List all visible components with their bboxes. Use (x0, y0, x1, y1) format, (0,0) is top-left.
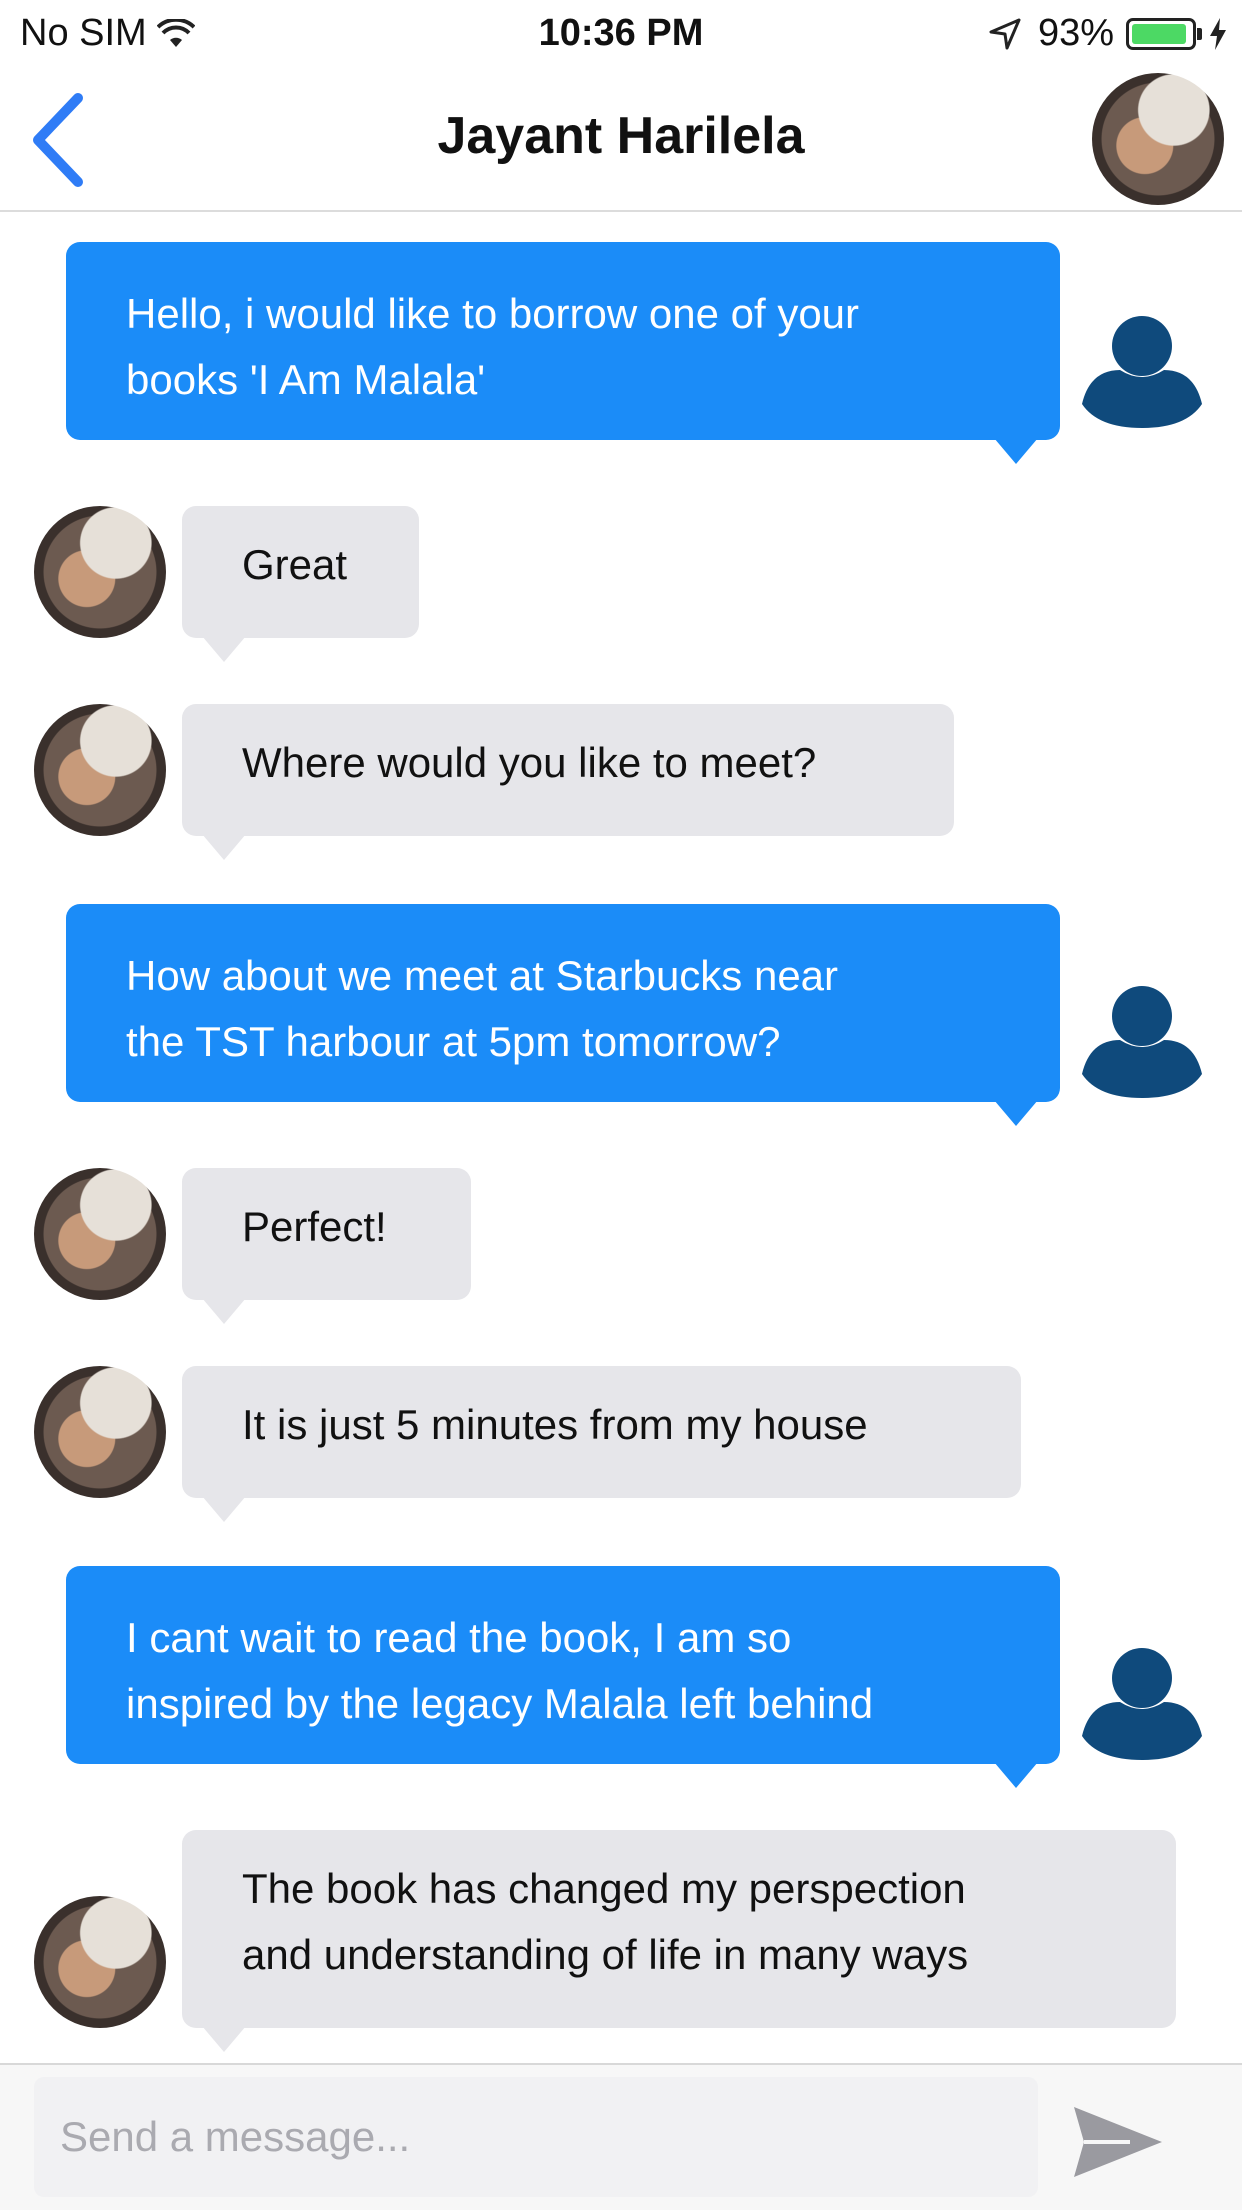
user-avatar[interactable] (1076, 1632, 1208, 1764)
bubble-tail (994, 1100, 1038, 1126)
user-avatar[interactable] (1076, 970, 1208, 1102)
message-text-line: Great (242, 541, 348, 588)
message-text-line: The book has changed my perspection (242, 1865, 966, 1912)
message-text-line: How about we meet at Starbucks near (126, 952, 839, 999)
message-input[interactable] (34, 2077, 1038, 2197)
charging-bolt-icon (1210, 17, 1226, 50)
battery-icon (1126, 17, 1202, 50)
message-text-line: inspired by the legacy Malala left behin… (126, 1680, 874, 1727)
user-icon (1076, 1632, 1208, 1764)
message-text-line: and understanding of life in many ways (242, 1931, 969, 1978)
contact-avatar[interactable] (1092, 73, 1224, 205)
outgoing-message-bubble[interactable]: Hello, i would like to borrow one of you… (66, 242, 1060, 440)
status-right: 93% (988, 12, 1228, 55)
message-text-line: the TST harbour at 5pm tomorrow? (126, 1018, 781, 1065)
message-text-line: I cant wait to read the book, I am so (126, 1614, 792, 1661)
incoming-message-bubble[interactable]: Perfect! (182, 1168, 471, 1300)
message-text-line: Where would you like to meet? (242, 739, 817, 786)
bubble-tail (202, 2026, 246, 2052)
bubble-tail (202, 636, 246, 662)
user-icon (1076, 300, 1208, 432)
incoming-message-bubble[interactable]: The book has changed my perspection and u… (182, 1830, 1176, 2028)
location-arrow-icon (989, 18, 1021, 49)
outgoing-message-bubble[interactable]: How about we meet at Starbucks near the T… (66, 904, 1060, 1102)
incoming-message-bubble[interactable]: Great (182, 506, 419, 638)
page-title: Jayant Harilela (437, 107, 805, 165)
contact-avatar[interactable] (34, 1366, 166, 1498)
bubble-tail (994, 1762, 1038, 1788)
send-icon (1074, 2107, 1162, 2177)
contact-avatar[interactable] (34, 1168, 166, 1300)
nav-bar: Jayant Harilela (0, 68, 1242, 212)
message-text-line: It is just 5 minutes from my house (242, 1401, 868, 1448)
incoming-message-bubble[interactable]: Where would you like to meet? (182, 704, 954, 836)
bubble-tail (994, 438, 1038, 464)
outgoing-message-bubble[interactable]: I cant wait to read the book, I am so ins… (66, 1566, 1060, 1764)
message-text-line: books 'I Am Malala' (126, 356, 486, 403)
battery-fill (1132, 23, 1186, 44)
composer-bar (0, 2063, 1242, 2210)
status-bar: No SIM 10:36 PM 93% (0, 0, 1242, 68)
send-button[interactable] (1070, 2103, 1166, 2181)
contact-avatar[interactable] (34, 1896, 166, 2028)
contact-avatar[interactable] (34, 704, 166, 836)
incoming-message-bubble[interactable]: It is just 5 minutes from my house (182, 1366, 1021, 1498)
bubble-tail (202, 1298, 246, 1324)
message-text-line: Hello, i would like to borrow one of you… (126, 290, 860, 337)
contact-avatar[interactable] (34, 506, 166, 638)
bubble-tail (202, 834, 246, 860)
battery-percent: 93% (1037, 12, 1114, 54)
message-text-line: Perfect! (242, 1203, 387, 1250)
bubble-tail (202, 1496, 246, 1522)
user-icon (1076, 970, 1208, 1102)
user-avatar[interactable] (1076, 300, 1208, 432)
